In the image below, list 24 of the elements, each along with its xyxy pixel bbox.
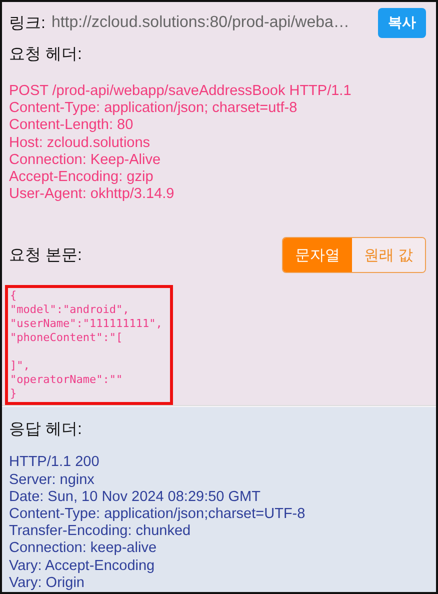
header-line: Vary: Accept-Encoding <box>9 558 156 575</box>
header-line: Host: zcloud.solutions <box>9 134 152 152</box>
link-label: 링크: <box>9 14 46 34</box>
format-tab[interactable]: 문자열 <box>282 238 352 272</box>
request-body-code: { "model":"android", "userName":"111111111", "phoneContent":"[ ]", "operatorName":"" } <box>5 285 173 406</box>
header-line: Transfer-Encoding: chunked <box>9 523 192 540</box>
copy-button[interactable]: 복사 <box>378 8 426 38</box>
header-line: Content-Type: application/json;charset=UTF-8 <box>9 506 306 524</box>
header-line: Content-Length: 80 <box>9 117 134 135</box>
header-line: HTTP/1.1 200 <box>9 454 100 472</box>
header-line: Server: nginx <box>9 472 96 489</box>
section-title: 응답 헤더: <box>9 420 83 440</box>
section-title: 요청 본문: <box>9 246 82 266</box>
header-line: User-Agent: okhttp/3.14.9 <box>9 186 176 204</box>
format-tab[interactable]: 원래 값 <box>352 238 425 272</box>
header-line: Date: Sun, 10 Nov 2024 08:29:50 GMT <box>9 488 262 506</box>
header-line: Connection: keep-alive <box>9 540 158 558</box>
header-line: Vary: Origin <box>9 574 86 592</box>
section-title: 요청 헤더: <box>9 45 83 65</box>
url-text: http://zcloud.solutions:80/prod-api/weba… <box>51 14 350 32</box>
header-line: Accept-Encoding: gzip <box>9 169 154 186</box>
header-line: Content-Type: application/json; charset=utf-8 <box>9 100 298 118</box>
header-line: POST /prod-api/webapp/saveAddressBook HTTP/1.1 <box>9 83 352 100</box>
header-line: Connection: Keep-Alive <box>9 152 162 170</box>
